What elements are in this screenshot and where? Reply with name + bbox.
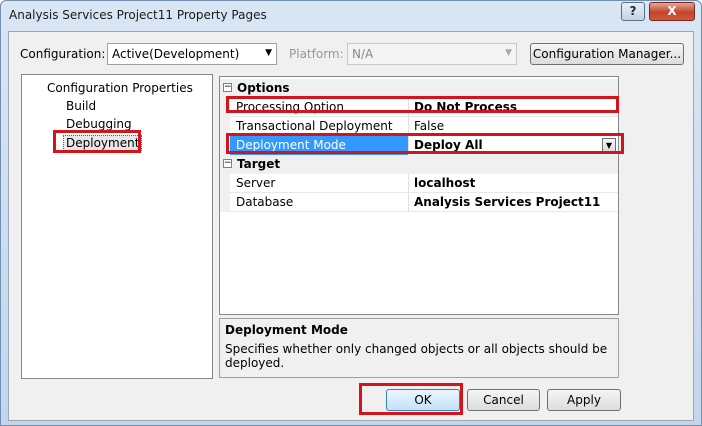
configuration-select[interactable]: Active(Development) ▼ — [107, 43, 277, 65]
property-value[interactable]: False — [414, 119, 444, 133]
category-options[interactable]: − Options — [220, 79, 618, 98]
property-row-transactional-deployment[interactable]: Transactional Deployment False — [220, 117, 618, 136]
property-value[interactable]: Deploy All — [414, 138, 483, 152]
collapse-icon[interactable]: − — [223, 159, 232, 168]
tree-item-debugging[interactable]: Debugging — [66, 117, 132, 131]
description-pane: Deployment Mode Specifies whether only c… — [219, 318, 619, 378]
property-grid[interactable]: − Options Processing Option Do Not Proce… — [219, 76, 619, 315]
category-target[interactable]: − Target — [220, 155, 618, 174]
configuration-manager-button[interactable]: Configuration Manager... — [530, 43, 684, 65]
property-value[interactable]: localhost — [414, 176, 475, 190]
property-value[interactable]: Analysis Services Project11 — [414, 195, 600, 209]
tree-item-deployment[interactable]: Deployment — [63, 135, 143, 151]
tree-root-configuration-properties[interactable]: Configuration Properties — [47, 81, 193, 95]
category-label: Target — [237, 157, 281, 171]
property-value[interactable]: Do Not Process — [414, 100, 517, 114]
property-row-database[interactable]: Database Analysis Services Project11 — [220, 193, 618, 212]
property-name: Processing Option — [236, 100, 344, 114]
title-bar[interactable]: Analysis Services Project11 Property Pag… — [1, 1, 701, 31]
tree-item-build[interactable]: Build — [66, 99, 96, 113]
property-name: Database — [236, 195, 294, 209]
property-name: Deployment Mode — [236, 138, 346, 152]
ok-button[interactable]: OK — [386, 389, 460, 411]
property-name: Server — [236, 176, 276, 190]
configuration-select-value: Active(Development) — [112, 47, 240, 61]
category-label: Options — [237, 81, 290, 95]
configuration-label: Configuration: — [20, 47, 106, 61]
dialog-client-area: Configuration: Active(Development) ▼ Pla… — [8, 31, 694, 421]
chevron-down-icon[interactable]: ▼ — [602, 138, 616, 153]
window-title: Analysis Services Project11 Property Pag… — [9, 8, 267, 22]
chevron-down-icon: ▼ — [505, 48, 512, 58]
cancel-button[interactable]: Cancel — [467, 389, 540, 411]
description-text: Specifies whether only changed objects o… — [225, 342, 608, 370]
close-button[interactable]: X — [649, 2, 695, 21]
help-button[interactable]: ? — [621, 2, 645, 21]
platform-label: Platform: — [289, 47, 344, 61]
apply-button[interactable]: Apply — [547, 389, 621, 411]
platform-select-value: N/A — [352, 47, 374, 61]
collapse-icon[interactable]: − — [223, 83, 232, 92]
property-row-processing-option[interactable]: Processing Option Do Not Process — [220, 98, 618, 117]
property-name: Transactional Deployment — [236, 119, 393, 133]
property-row-deployment-mode[interactable]: Deployment Mode Deploy All ▼ — [220, 136, 618, 155]
configuration-tree[interactable]: Configuration Properties Build Debugging… — [21, 74, 213, 379]
chevron-down-icon: ▼ — [265, 48, 272, 58]
property-pages-window: Analysis Services Project11 Property Pag… — [0, 0, 702, 426]
property-row-server[interactable]: Server localhost — [220, 174, 618, 193]
description-title: Deployment Mode — [225, 323, 348, 337]
platform-select: N/A ▼ — [347, 43, 517, 65]
